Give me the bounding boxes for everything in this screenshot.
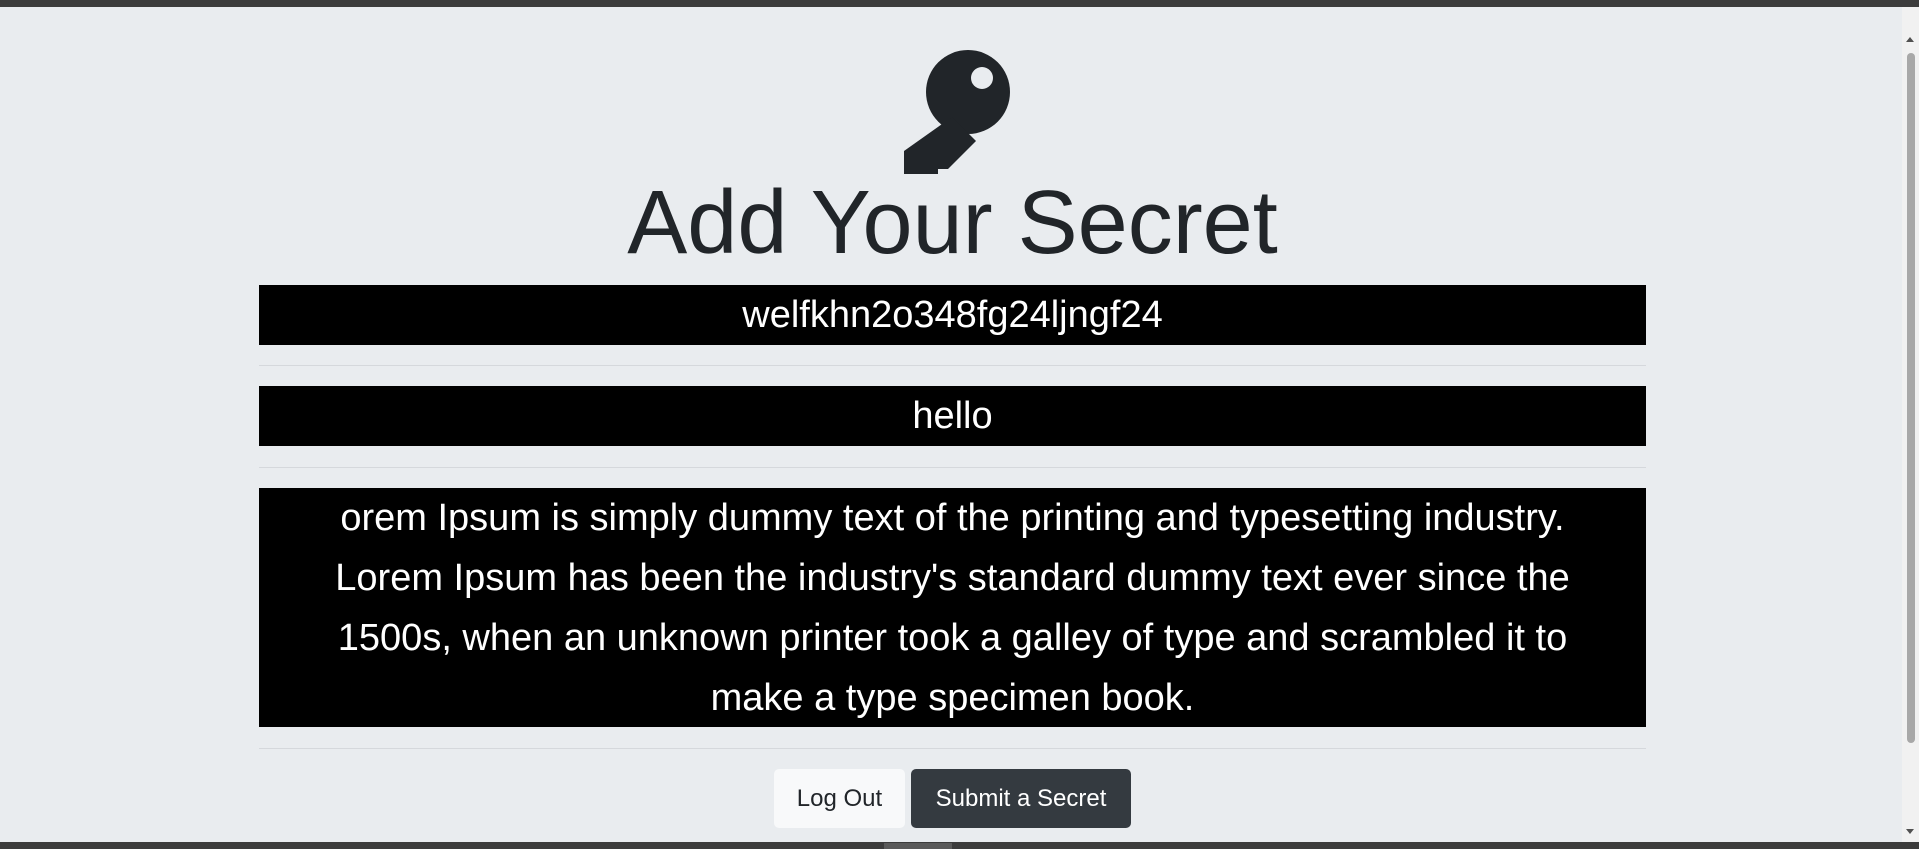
secret-item: welfkhn2o348fg24ljngf24 — [259, 285, 1646, 345]
scroll-up-arrow-icon[interactable] — [1906, 37, 1914, 42]
window-top-bar — [0, 0, 1919, 7]
page-title: Add Your Secret — [627, 173, 1278, 273]
scroll-down-arrow-icon[interactable] — [1906, 829, 1914, 834]
divider — [259, 748, 1646, 749]
window-bottom-bar — [0, 842, 1919, 849]
main-container: Add Your Secret welfkhn2o348fg24ljngf24 … — [259, 7, 1646, 842]
scroll-thumb[interactable] — [1907, 53, 1915, 743]
secret-item: hello — [259, 386, 1646, 446]
key-icon — [904, 50, 1010, 174]
submit-secret-button[interactable]: Submit a Secret — [911, 769, 1131, 828]
divider — [259, 365, 1646, 366]
secret-item: orem Ipsum is simply dummy text of the p… — [259, 488, 1646, 727]
logout-button[interactable]: Log Out — [774, 769, 905, 828]
divider — [259, 467, 1646, 468]
taskbar-tab[interactable] — [884, 843, 952, 849]
vertical-scrollbar[interactable] — [1902, 7, 1919, 842]
